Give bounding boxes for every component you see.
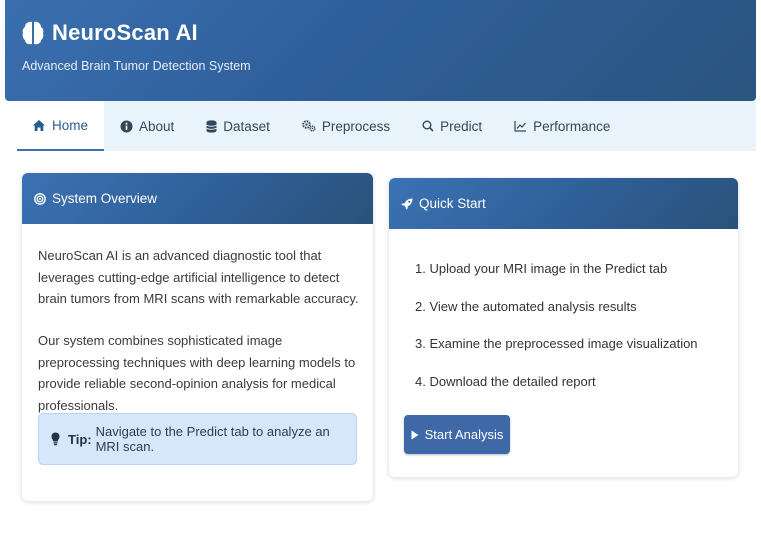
tab-predict-label: Predict	[440, 118, 483, 134]
tab-performance[interactable]: Performance	[498, 101, 626, 151]
quick-start-steps: 1. Upload your MRI image in the Predict …	[415, 258, 698, 408]
step-item: 4. Download the detailed report	[415, 373, 596, 389]
system-overview-title: System Overview	[52, 191, 158, 206]
tab-home-label: Home	[52, 117, 89, 133]
tab-preprocess[interactable]: Preprocess	[286, 101, 406, 151]
tab-predict[interactable]: Predict	[406, 101, 498, 151]
tip-alert: Tip: Navigate to the Predict tab to anal…	[38, 413, 357, 465]
system-overview-card: System Overview NeuroScan AI is an advan…	[22, 173, 373, 501]
app-header: NeuroScan AI Advanced Brain Tumor Detect…	[5, 0, 756, 101]
main-nav: Home About Dataset Preprocess Predict Pe…	[17, 101, 756, 151]
tab-about[interactable]: About	[104, 101, 190, 151]
rocket-icon	[401, 198, 413, 210]
tab-home[interactable]: Home	[17, 101, 105, 151]
start-analysis-label: Start Analysis	[424, 427, 504, 442]
home-icon	[32, 119, 46, 132]
brain-icon	[22, 21, 44, 45]
step-item: 2. View the automated analysis results	[415, 298, 637, 314]
overview-paragraph-1: NeuroScan AI is an advanced diagnostic t…	[38, 248, 359, 306]
tab-about-label: About	[139, 118, 175, 134]
bullseye-icon	[34, 192, 46, 205]
quick-start-header: Quick Start	[389, 178, 738, 229]
tip-text: Navigate to the Predict tab to analyze a…	[95, 424, 330, 454]
start-analysis-button[interactable]: Start Analysis	[404, 415, 510, 454]
quick-start-title: Quick Start	[419, 196, 486, 211]
info-icon	[120, 120, 133, 133]
chart-line-icon	[514, 120, 527, 132]
step-item: 3. Examine the preprocessed image visual…	[415, 336, 698, 351]
tab-preprocess-label: Preprocess	[321, 118, 391, 134]
system-overview-header: System Overview	[22, 173, 373, 224]
gears-icon	[302, 120, 316, 132]
step-item: 1. Upload your MRI image in the Predict …	[415, 261, 668, 276]
overview-paragraph-2: Our system combines sophisticated image …	[38, 333, 356, 413]
lightbulb-icon	[51, 432, 60, 446]
tab-dataset[interactable]: Dataset	[190, 101, 286, 151]
search-icon	[422, 120, 434, 132]
brand: NeuroScan AI	[22, 20, 198, 46]
quick-start-card: Quick Start 1. Upload your MRI image in …	[389, 178, 738, 477]
database-icon	[206, 119, 217, 133]
tab-dataset-label: Dataset	[223, 118, 270, 134]
tab-performance-label: Performance	[533, 118, 611, 134]
app-subtitle: Advanced Brain Tumor Detection System	[22, 59, 251, 73]
play-icon	[411, 430, 419, 440]
tip-label: Tip:	[68, 431, 92, 447]
app-title: NeuroScan AI	[52, 20, 198, 45]
